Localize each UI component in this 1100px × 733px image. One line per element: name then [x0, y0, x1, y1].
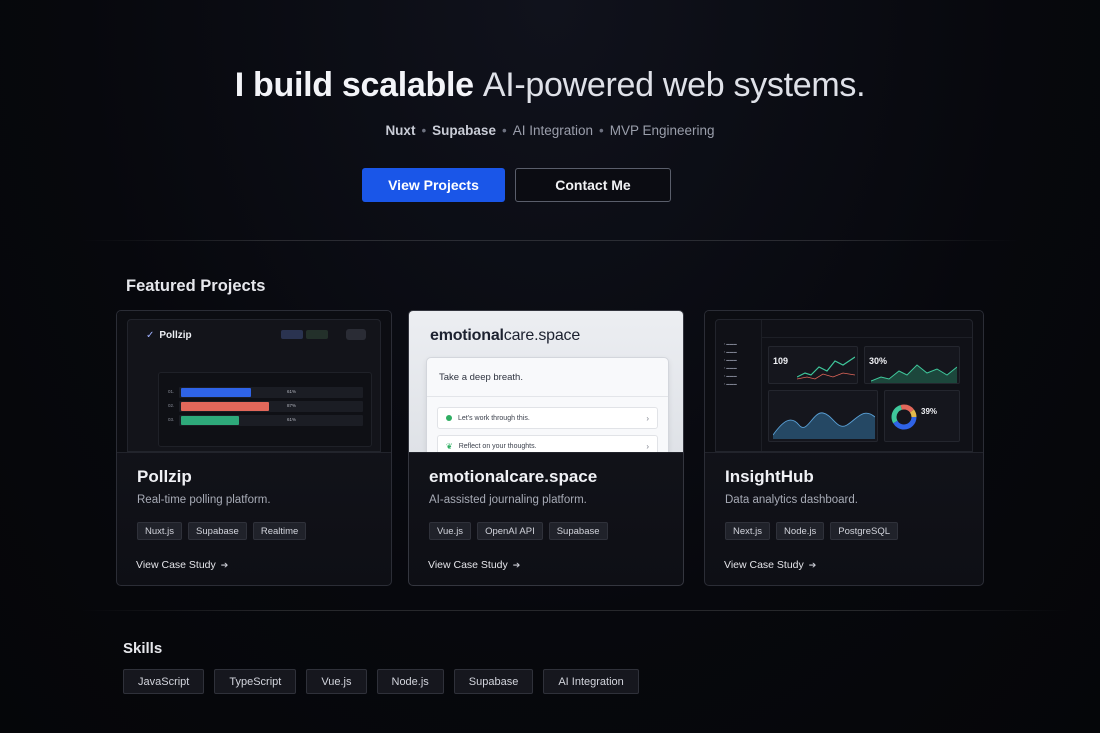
- tagline-item: Nuxt: [385, 123, 416, 138]
- tech-tag: Next.js: [725, 522, 771, 540]
- area-chart-card: [768, 390, 878, 442]
- stat-card: 30%: [864, 346, 960, 384]
- journal-prompt: Take a deep breath.: [439, 372, 523, 383]
- chevron-right-icon: ›: [646, 413, 649, 423]
- view-case-study-link[interactable]: View Case Study ➔: [136, 559, 228, 571]
- avatar: [346, 329, 366, 340]
- tagline-item: AI Integration: [512, 123, 593, 138]
- journal-option: ❦ Reflect on your thoughts. ›: [437, 435, 658, 452]
- skill-tag: Supabase: [453, 669, 534, 694]
- skill-tag: Node.js: [376, 669, 444, 694]
- project-tags: Next.js Node.js PostgreSQL: [725, 522, 899, 540]
- project-description: Real-time polling platform.: [137, 494, 271, 506]
- poll-results-panel: 01. 61% 02. 87% 03. 61%: [158, 372, 372, 447]
- status-dot-icon: [446, 415, 452, 421]
- project-card-insighthub[interactable]: ▪ ▬▬▬ ▪ ▬▬▬ ▪ ▬▬▬ ▪ ▬▬▬ ▪ ▬▬▬ ▪ ▬▬▬ 109 …: [704, 310, 984, 586]
- hero-title-light: AI-powered web systems.: [482, 66, 866, 104]
- dashboard-topbar: [762, 320, 972, 338]
- tech-tag: Supabase: [188, 522, 247, 540]
- chevron-right-icon: ›: [646, 441, 649, 451]
- contact-me-button[interactable]: Contact Me: [515, 168, 671, 202]
- journal-option: Let's work through this. ›: [437, 407, 658, 429]
- stat-card: 109: [768, 346, 858, 384]
- project-name: emotionalcare.space: [429, 467, 598, 486]
- arrow-right-icon: ➔: [808, 559, 817, 570]
- donut-chart-card: 39%: [884, 390, 960, 442]
- project-card-pollzip[interactable]: ✓ Pollzip 01. 61% 02. 87% 03. 61% Pollzi…: [116, 310, 392, 586]
- tech-tag: Node.js: [776, 522, 825, 540]
- project-name: Pollzip: [137, 467, 192, 486]
- tagline-item: MVP Engineering: [609, 123, 715, 138]
- journal-panel: Take a deep breath. Let's work through t…: [426, 357, 669, 452]
- check-icon: ✓: [146, 330, 155, 341]
- tech-tag: Vue.js: [429, 522, 472, 540]
- view-case-study-link[interactable]: View Case Study ➔: [428, 559, 520, 571]
- tech-tag: Realtime: [252, 522, 307, 540]
- project-tags: Nuxt.js Supabase Realtime: [137, 522, 307, 540]
- dashboard-sidebar: ▪ ▬▬▬ ▪ ▬▬▬ ▪ ▬▬▬ ▪ ▬▬▬ ▪ ▬▬▬ ▪ ▬▬▬: [716, 320, 762, 451]
- arrow-right-icon: ➔: [220, 559, 229, 570]
- project-description: AI-assisted journaling platform.: [429, 494, 587, 506]
- skills-list: JavaScript TypeScript Vue.js Node.js Sup…: [123, 669, 639, 694]
- hero-title-bold: I build scalable: [234, 66, 474, 104]
- hero-title: I build scalable AI-powered web systems.: [0, 66, 1100, 105]
- skill-tag: AI Integration: [543, 669, 639, 694]
- project-name: InsightHub: [725, 467, 814, 486]
- tech-tag: OpenAI API: [477, 522, 543, 540]
- arrow-right-icon: ➔: [512, 559, 521, 570]
- tech-tag: Nuxt.js: [137, 522, 183, 540]
- project-tags: Vue.js OpenAI API Supabase: [429, 522, 608, 540]
- section-divider: [80, 240, 1020, 241]
- project-description: Data analytics dashboard.: [725, 494, 858, 506]
- tech-tagline: Nuxt • Supabase • AI Integration • MVP Enginee…: [385, 123, 715, 138]
- tagline-item: Supabase: [432, 123, 496, 138]
- skill-tag: TypeScript: [214, 669, 297, 694]
- pollzip-logo: ✓ Pollzip: [146, 330, 192, 341]
- view-projects-button[interactable]: View Projects: [362, 168, 505, 202]
- tech-tag: PostgreSQL: [830, 522, 899, 540]
- emotionalcare-logo: emotionalcare.space: [430, 327, 581, 344]
- section-divider: [80, 610, 1070, 611]
- project-preview-image: emotionalcare.space Take a deep breath. …: [409, 311, 683, 452]
- project-card-emotionalcare[interactable]: emotionalcare.space Take a deep breath. …: [408, 310, 684, 586]
- skill-tag: JavaScript: [123, 669, 205, 694]
- featured-projects-heading: Featured Projects: [126, 277, 266, 295]
- leaf-icon: ❦: [446, 441, 453, 451]
- skill-tag: Vue.js: [306, 669, 367, 694]
- project-preview-image: ▪ ▬▬▬ ▪ ▬▬▬ ▪ ▬▬▬ ▪ ▬▬▬ ▪ ▬▬▬ ▪ ▬▬▬ 109 …: [705, 311, 983, 452]
- project-preview-image: ✓ Pollzip 01. 61% 02. 87% 03. 61%: [117, 311, 391, 452]
- skills-heading: Skills: [123, 640, 163, 657]
- tech-tag: Supabase: [548, 522, 608, 540]
- view-case-study-link[interactable]: View Case Study ➔: [724, 559, 816, 571]
